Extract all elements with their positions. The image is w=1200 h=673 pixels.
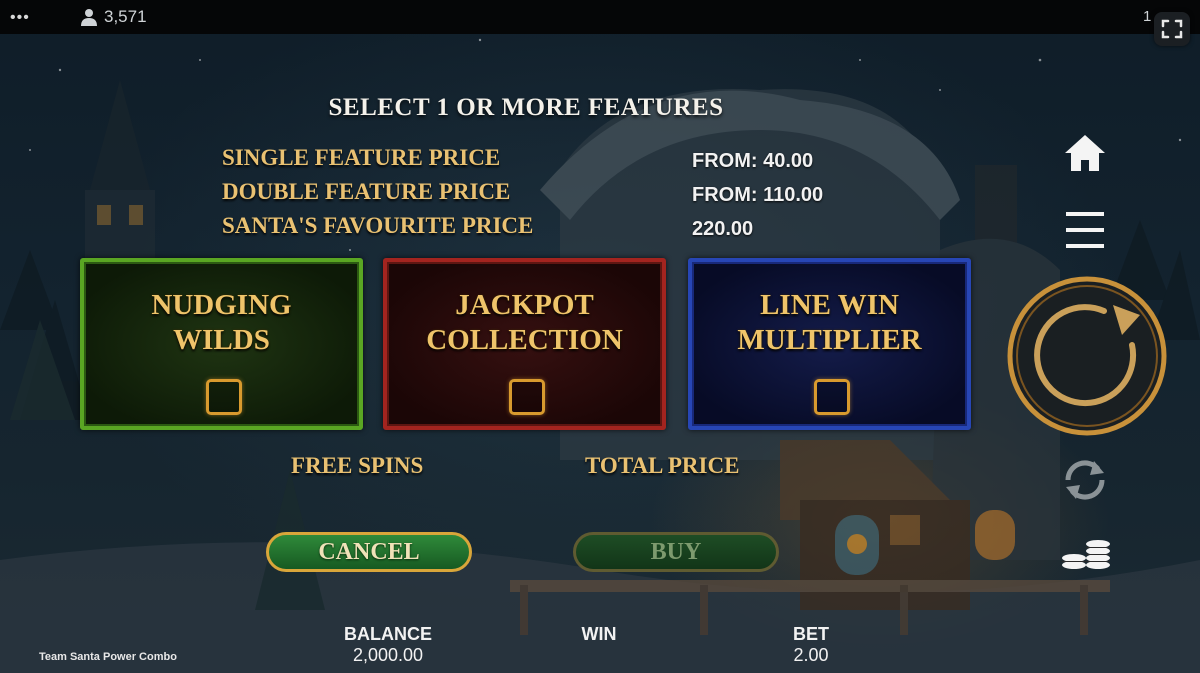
single-feature-price-value: FROM: 40.00	[692, 150, 814, 172]
player-count: 3,571	[80, 7, 147, 27]
balance-label: BALANCE	[344, 624, 432, 644]
jackpot-collection-checkbox[interactable]	[509, 379, 545, 415]
home-icon[interactable]	[1062, 132, 1108, 174]
santas-favourite-price-label: SANTA'S FAVOURITE PRICE	[222, 213, 534, 238]
feature-card-line-win-multiplier[interactable]: LINE WIN MULTIPLIER	[688, 258, 971, 430]
feature-title-line2: WILDS	[173, 324, 270, 356]
double-feature-price-value: FROM: 110.00	[692, 184, 824, 206]
fullscreen-icon	[1161, 19, 1183, 39]
line-win-multiplier-checkbox[interactable]	[814, 379, 850, 415]
autoplay-icon[interactable]	[1060, 455, 1110, 505]
santas-favourite-price-value: 220.00	[692, 218, 754, 240]
single-feature-price-label: SINGLE FEATURE PRICE	[222, 145, 501, 170]
fullscreen-button[interactable]	[1154, 12, 1190, 46]
double-feature-price-label: DOUBLE FEATURE PRICE	[222, 179, 511, 204]
feature-card-title: NUDGING WILDS	[84, 288, 359, 358]
more-options-icon[interactable]: •••	[10, 9, 30, 27]
spin-button[interactable]	[1006, 275, 1168, 437]
top-status-bar: ••• 3,571 1	[0, 0, 1200, 34]
coin-stack-icon[interactable]	[1060, 535, 1112, 571]
feature-card-nudging-wilds[interactable]: NUDGING WILDS	[80, 258, 363, 430]
feature-card-title: JACKPOT COLLECTION	[387, 288, 662, 358]
user-icon	[81, 9, 97, 26]
select-features-heading: SELECT 1 OR MORE FEATURES	[328, 94, 724, 121]
hamburger-menu-icon[interactable]	[1066, 210, 1104, 250]
feature-title-line1: JACKPOT	[455, 289, 594, 321]
buy-button[interactable]: BUY	[573, 532, 779, 572]
bet-value: 2.00	[793, 645, 829, 665]
feature-card-jackpot-collection[interactable]: JACKPOT COLLECTION	[383, 258, 666, 430]
feature-card-title: LINE WIN MULTIPLIER	[692, 288, 967, 358]
bet-label: BET	[793, 624, 829, 644]
total-price-label: TOTAL PRICE	[585, 453, 740, 478]
free-spins-label: FREE SPINS	[291, 453, 424, 478]
game-name: Team Santa Power Combo	[39, 651, 177, 663]
feature-title-line1: LINE WIN	[760, 289, 899, 321]
nudging-wilds-checkbox[interactable]	[206, 379, 242, 415]
cancel-button[interactable]: CANCEL	[266, 532, 472, 572]
player-count-value: 3,571	[104, 7, 147, 26]
win-label: WIN	[581, 624, 617, 644]
feature-title-line1: NUDGING	[151, 289, 292, 321]
balance-value: 2,000.00	[352, 645, 424, 665]
feature-title-line2: COLLECTION	[426, 324, 623, 356]
feature-title-line2: MULTIPLIER	[737, 324, 922, 356]
